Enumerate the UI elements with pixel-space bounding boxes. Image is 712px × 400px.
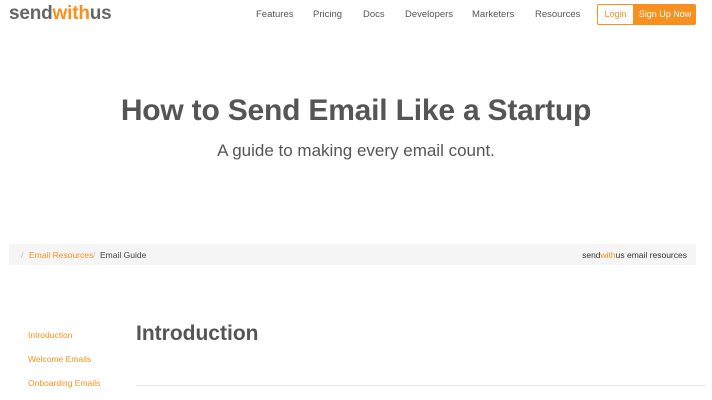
brand-text-with: with (600, 250, 616, 260)
nav-link-docs[interactable]: Docs (363, 9, 385, 20)
nav-link-marketers[interactable]: Marketers (472, 9, 514, 20)
sidebar-item-introduction[interactable]: Introduction (28, 330, 72, 340)
logo-text-send: send (9, 3, 53, 24)
nav-link-features[interactable]: Features (256, 9, 294, 20)
logo-text-us: us (89, 3, 112, 24)
page-title: How to Send Email Like a Startup (120, 94, 592, 127)
section-divider (136, 385, 706, 386)
breadcrumb-separator: / (21, 250, 24, 260)
section-title: Introduction (136, 322, 259, 345)
breadcrumb-current-page: Email Guide (100, 250, 147, 260)
breadcrumb-brand-label: sendwithus email resources (582, 250, 687, 260)
nav-link-developers[interactable]: Developers (405, 9, 453, 20)
breadcrumb-link-email-resources[interactable]: Email Resources (29, 250, 93, 260)
top-navigation-bar: sendwithus Features Pricing Docs Develop… (0, 0, 712, 30)
breadcrumb-separator: / (93, 250, 96, 260)
logo-text-with: with (52, 3, 90, 24)
sign-up-button[interactable]: Sign Up Now (634, 4, 696, 25)
nav-link-resources[interactable]: Resources (535, 9, 580, 20)
breadcrumb: / Email Resources / Email Guide sendwith… (9, 244, 696, 265)
sidebar-item-onboarding-emails[interactable]: Onboarding Emails (28, 378, 100, 388)
brand-text-send: send (582, 250, 601, 260)
sendwithus-logo[interactable]: sendwithus (9, 3, 112, 25)
sidebar-item-welcome-emails[interactable]: Welcome Emails (28, 354, 91, 364)
nav-link-pricing[interactable]: Pricing (313, 9, 342, 20)
login-button[interactable]: Login (597, 4, 634, 25)
brand-text-rest: us email resources (615, 250, 687, 260)
page-subtitle: A guide to making every email count. (217, 141, 495, 160)
